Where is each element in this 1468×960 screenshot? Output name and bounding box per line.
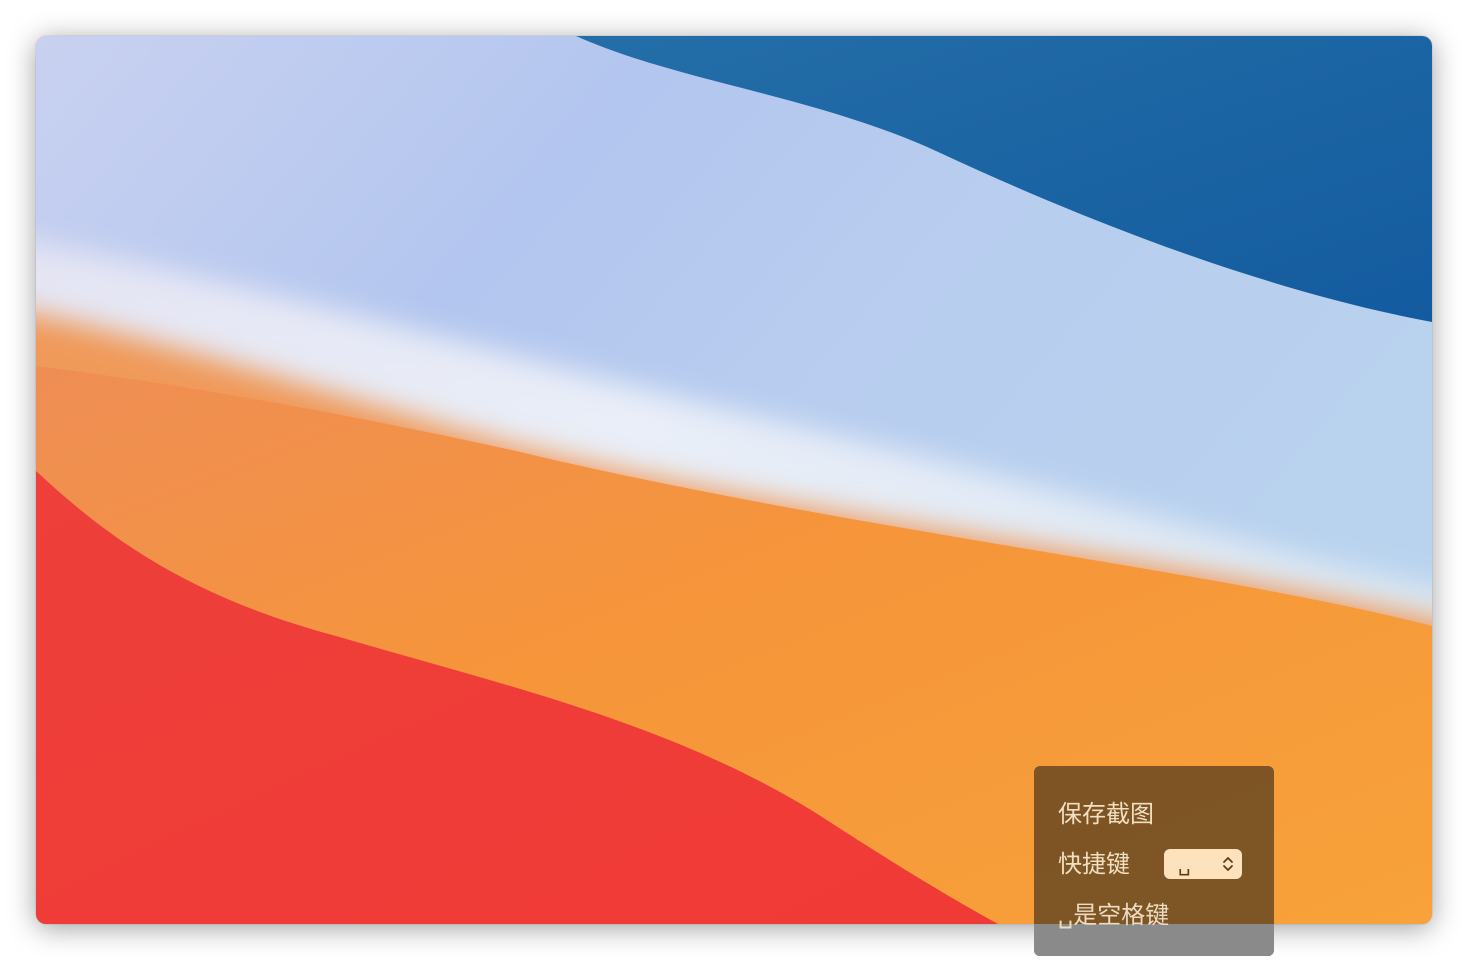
shortcut-key-value: ␣ [1178,852,1191,876]
save-screenshot-panel: 保存截图 快捷键 ␣ ␣是空格键 [1034,766,1274,956]
save-screenshot-label[interactable]: 保存截图 [1058,798,1154,830]
shortcut-key-select[interactable]: ␣ [1164,849,1242,879]
panel-content: 保存截图 快捷键 ␣ ␣是空格键 [1034,766,1274,956]
space-key-hint: ␣是空格键 [1058,901,1170,929]
chevron-up-down-icon [1223,857,1233,871]
shortcut-label: 快捷键 [1058,850,1130,878]
